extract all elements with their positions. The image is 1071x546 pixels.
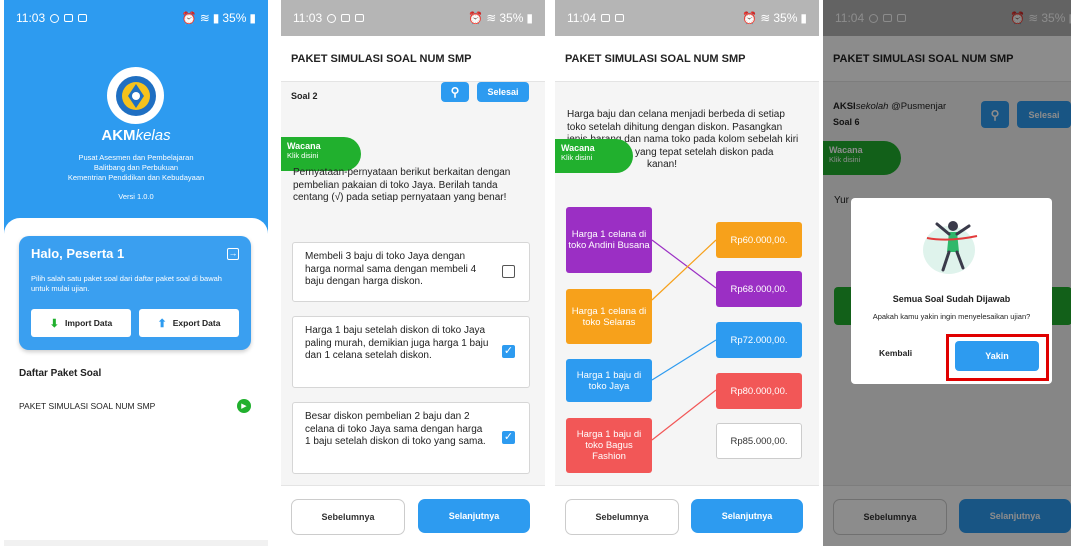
match-line-orange: [651, 239, 717, 301]
version-text: Versi 1.0.0: [118, 192, 154, 201]
next-button[interactable]: Selanjutnya: [691, 499, 803, 533]
right-item-72000[interactable]: Rp72.000,00.: [716, 322, 802, 358]
prev-button[interactable]: Sebelumnya: [291, 499, 405, 535]
statement-card[interactable]: Harga 1 baju setelah diskon di toko Jaya…: [292, 316, 530, 388]
right-item-60000[interactable]: Rp60.000,00.: [716, 222, 802, 258]
screen-home: 11:03 ⏰ ≋ ▮ 35% ▮ AKMkelas Pusat Asesmen dan…: [4, 0, 268, 546]
footer-nav: Sebelumnya Selanjutnya: [281, 485, 545, 546]
wacana-title: Wacana: [287, 141, 321, 151]
match-line-red: [651, 389, 717, 441]
import-label: Import Data: [64, 318, 113, 328]
org-info: Pusat Asesmen dan Pembelajaran Balitbang…: [4, 153, 268, 183]
statement-checkbox-checked[interactable]: ✓: [502, 345, 515, 358]
signal-icon: ▮: [212, 11, 220, 25]
celebration-illustration-icon: [923, 221, 978, 274]
list-item-label: PAKET SIMULASI SOAL NUM SMP: [19, 401, 156, 411]
export-data-button[interactable]: ⬆ Export Data: [139, 309, 239, 337]
battery-text: 35%: [222, 11, 247, 25]
org-line: Kementrian Pendidikan dan Kebudayaan: [67, 173, 205, 182]
wacana-sub: Klik disini: [287, 151, 319, 160]
right-item-85000[interactable]: Rp85.000,00.: [716, 423, 802, 459]
statement-text: Membeli 3 baju di toko Jaya dengan harga…: [305, 251, 477, 287]
status-bar: 11:03 ⏰ ≋ ▮ 35% ▮: [4, 0, 268, 36]
notification-icon: [64, 14, 74, 22]
download-icon: ⬇: [49, 317, 59, 330]
battery-icon: ▮: [526, 11, 533, 25]
screen-icon: [355, 14, 365, 22]
left-item-bagus[interactable]: Harga 1 baju di toko Bagus Fashion: [566, 418, 652, 473]
app-name-brand: AKM: [101, 127, 136, 144]
logout-icon[interactable]: →: [227, 248, 239, 260]
statement-text: Harga 1 baju setelah diskon di toko Jaya…: [305, 325, 489, 361]
play-icon[interactable]: ▶: [237, 399, 251, 413]
search-icon: ⚲: [450, 85, 460, 99]
status-time: 11:03: [293, 11, 323, 25]
footer-nav: Sebelumnya Selanjutnya: [555, 485, 819, 546]
prev-button[interactable]: Sebelumnya: [565, 499, 679, 535]
status-time: 11:03: [16, 11, 46, 25]
battery-icon: ▮: [249, 11, 256, 25]
back-button[interactable]: Kembali: [879, 348, 912, 358]
left-item-andini[interactable]: Harga 1 celana di toko Andini Busana: [566, 207, 652, 273]
org-line: Balitbang dan Perbukuan: [93, 163, 179, 172]
welcome-card: Halo, Peserta 1 → Pilih salah satu paket…: [19, 236, 251, 350]
import-data-button[interactable]: ⬇ Import Data: [31, 309, 131, 337]
statement-text: Besar diskon pembelian 2 baju dan 2 cela…: [305, 411, 486, 447]
finish-button[interactable]: Selesai: [477, 82, 529, 102]
status-bar: 11:03 ⏰ ≋ 35% ▮: [281, 0, 545, 36]
confirm-button[interactable]: Yakin: [955, 341, 1039, 371]
screen-question-checkbox: 11:03 ⏰ ≋ 35% ▮ PAKET SIMULASI SOAL NUM SMP…: [281, 0, 545, 546]
statement-checkbox-checked[interactable]: ✓: [502, 431, 515, 444]
battery-text: 35%: [499, 11, 524, 25]
screen-question-matching: 11:04 ⏰ ≋ 35% ▮ PAKET SIMULASI SOAL NUM SMP…: [555, 0, 819, 546]
org-line: Pusat Asesmen dan Pembelajaran: [78, 153, 194, 162]
whatsapp-icon: [327, 13, 337, 23]
next-button[interactable]: Selanjutnya: [418, 499, 530, 533]
tut-wuri-handayani-icon: [115, 75, 156, 116]
left-item-jaya[interactable]: Harga 1 baju di toko Jaya: [566, 359, 652, 402]
app-logo: [107, 67, 164, 124]
greeting: Halo, Peserta 1: [31, 246, 125, 261]
question-label: Soal 2: [291, 91, 318, 101]
wifi-icon: ≋: [199, 11, 210, 25]
screen-icon: [78, 14, 88, 22]
list-title: Daftar Paket Soal: [19, 368, 102, 379]
dialog-message: Apakah kamu yakin ingin menyelesaikan uj…: [872, 312, 1031, 321]
match-line-blue: [651, 339, 717, 381]
right-item-68000[interactable]: Rp68.000,00.: [716, 271, 802, 307]
wifi-icon: ≋: [486, 11, 497, 25]
bottom-edge: [4, 540, 268, 546]
app-name: AKMkelas: [4, 127, 268, 144]
notification-icon: [341, 14, 351, 22]
export-label: Export Data: [172, 318, 221, 328]
app-name-suffix: kelas: [135, 127, 171, 144]
match-line-purple: [651, 239, 717, 289]
page-title: PAKET SIMULASI SOAL NUM SMP: [281, 36, 545, 82]
confirm-dialog: Semua Soal Sudah Dijawab Apakah kamu yak…: [851, 198, 1052, 384]
statement-card[interactable]: Membeli 3 baju di toko Jaya dengan harga…: [292, 242, 530, 302]
wacana-button[interactable]: Wacana Klik disini: [281, 137, 361, 171]
upload-icon: ⬆: [157, 317, 167, 330]
alarm-icon: ⏰: [181, 11, 197, 25]
search-button[interactable]: ⚲: [441, 82, 469, 102]
list-item[interactable]: PAKET SIMULASI SOAL NUM SMP ▶: [19, 396, 251, 416]
dialog-title: Semua Soal Sudah Dijawab: [892, 294, 1011, 304]
whatsapp-icon: [50, 13, 60, 23]
left-item-selaras[interactable]: Harga 1 celana di toko Selaras: [566, 289, 652, 344]
statement-checkbox[interactable]: [502, 265, 515, 278]
alarm-icon: ⏰: [468, 11, 484, 25]
statement-card[interactable]: Besar diskon pembelian 2 baju dan 2 cela…: [292, 402, 530, 474]
screen-finish-dialog: 11:04 ⏰≋35%▮ PAKET SIMULASI SOAL NUM SMP…: [823, 0, 1071, 546]
instruction-text: Pilih salah satu paket soal dari daftar …: [31, 274, 222, 293]
question-intro: Pernyataan-pernyataan berikut berkaitan …: [293, 167, 511, 203]
right-item-80000[interactable]: Rp80.000,00.: [716, 373, 802, 409]
